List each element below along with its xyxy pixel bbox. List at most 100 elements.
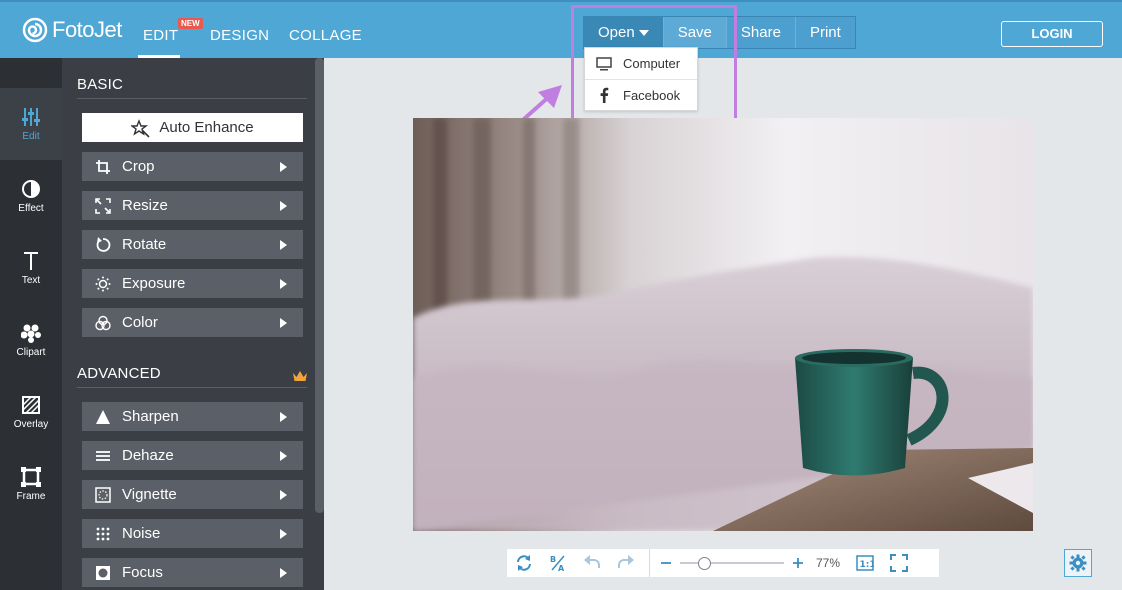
tool-label: Vignette: [122, 486, 177, 503]
tab-design[interactable]: DESIGN: [210, 27, 269, 44]
auto-enhance-button[interactable]: Auto Enhance: [82, 113, 303, 142]
triangle-right-icon: [280, 568, 287, 578]
tool-rotate[interactable]: Rotate: [82, 230, 303, 259]
login-button[interactable]: LOGIN: [1001, 21, 1103, 47]
photo-canvas[interactable]: [413, 118, 1033, 531]
triangle-icon: [94, 408, 112, 426]
tool-crop[interactable]: Crop: [82, 152, 303, 181]
haze-lines-icon: [94, 447, 112, 465]
rail-item-overlay[interactable]: Overlay: [0, 376, 62, 448]
svg-text:1:1: 1:1: [860, 560, 875, 570]
frame-icon: [20, 466, 42, 488]
fotojet-logo[interactable]: FotoJet: [22, 17, 122, 43]
save-button[interactable]: Save: [663, 17, 727, 48]
triangle-right-icon: [280, 412, 287, 422]
menu-item-computer[interactable]: Computer: [585, 48, 697, 79]
reset-button[interactable]: [507, 549, 541, 577]
facebook-icon: [593, 87, 615, 103]
menu-item-label: Facebook: [623, 87, 681, 103]
tool-vignette[interactable]: Vignette: [82, 480, 303, 509]
redo-icon: [618, 555, 634, 568]
panel-scrollbar[interactable]: [315, 58, 324, 513]
rail-label: Frame: [16, 491, 46, 502]
triangle-right-icon: [280, 201, 287, 211]
caret-down-icon: [638, 30, 649, 37]
plus-icon: [793, 558, 803, 568]
open-label: Open: [598, 24, 635, 41]
crop-icon: [94, 158, 112, 176]
rail-label: Overlay: [13, 419, 49, 430]
tool-color[interactable]: Color: [82, 308, 303, 337]
top-bar: FotoJet EDIT NEW DESIGN COLLAGE Open Sav…: [0, 0, 1122, 59]
tab-collage[interactable]: COLLAGE: [289, 27, 362, 44]
rail-item-effect[interactable]: Effect: [0, 160, 62, 232]
zoom-out-button[interactable]: [656, 549, 676, 577]
focus-icon: [94, 564, 112, 582]
redo-button[interactable]: [609, 549, 643, 577]
crown-icon: [293, 371, 307, 381]
tool-label: Color: [122, 314, 158, 331]
rail-label: Text: [21, 275, 41, 286]
section-divider: [77, 387, 307, 388]
fullscreen-button[interactable]: [882, 549, 916, 577]
rail-label: Edit: [22, 131, 40, 142]
menu-item-facebook[interactable]: Facebook: [585, 79, 697, 110]
triangle-right-icon: [280, 240, 287, 250]
rotate-icon: [94, 236, 112, 254]
tool-noise[interactable]: Noise: [82, 519, 303, 548]
undo-icon: [584, 555, 600, 568]
tool-label: Focus: [122, 564, 163, 581]
before-after-icon: BA: [550, 555, 565, 572]
tool-label: Dehaze: [122, 447, 174, 464]
overlay-icon: [20, 394, 42, 416]
rail-item-frame[interactable]: Frame: [0, 448, 62, 520]
section-title-basic: BASIC: [77, 76, 124, 93]
canvas-toolbar: BA 77% 1:1: [507, 549, 939, 577]
print-button[interactable]: Print: [795, 17, 855, 48]
minus-icon: [661, 562, 671, 564]
share-button[interactable]: Share: [726, 17, 796, 48]
noise-dots-icon: [94, 525, 112, 543]
tool-label: Sharpen: [122, 408, 179, 425]
gear-icon: [1069, 554, 1087, 572]
text-icon: [20, 250, 42, 272]
tool-focus[interactable]: Focus: [82, 558, 303, 587]
actual-size-button[interactable]: 1:1: [848, 549, 882, 577]
settings-button[interactable]: [1064, 549, 1092, 577]
color-circles-icon: [94, 314, 112, 332]
magic-wand-icon: [131, 118, 150, 138]
section-divider: [77, 98, 307, 99]
tool-dehaze[interactable]: Dehaze: [82, 441, 303, 470]
open-button[interactable]: Open: [584, 17, 664, 48]
tool-exposure[interactable]: Exposure: [82, 269, 303, 298]
compare-button[interactable]: BA: [541, 549, 575, 577]
new-badge: NEW: [178, 18, 203, 29]
zoom-slider-handle[interactable]: [698, 557, 711, 570]
computer-icon: [593, 56, 615, 71]
tool-label: Crop: [122, 158, 155, 175]
section-title-advanced: ADVANCED: [77, 365, 161, 382]
tool-resize[interactable]: Resize: [82, 191, 303, 220]
tool-label: Noise: [122, 525, 161, 542]
rail-item-edit[interactable]: Edit: [0, 88, 62, 160]
undo-button[interactable]: [575, 549, 609, 577]
coffee-mug-photo: [413, 118, 1033, 531]
clipart-icon: [20, 322, 42, 344]
rail-label: Effect: [18, 203, 44, 214]
tool-sharpen[interactable]: Sharpen: [82, 402, 303, 431]
triangle-right-icon: [280, 529, 287, 539]
rail-item-clipart[interactable]: Clipart: [0, 304, 62, 376]
tab-edit[interactable]: EDIT: [143, 27, 178, 44]
fullscreen-icon: [890, 554, 908, 572]
tool-label: Rotate: [122, 236, 167, 253]
tool-label: Resize: [122, 197, 168, 214]
zoom-in-button[interactable]: [788, 549, 808, 577]
resize-icon: [94, 197, 112, 215]
auto-enhance-label: Auto Enhance: [159, 119, 254, 136]
zoom-percentage: 77%: [815, 556, 841, 570]
zoom-slider[interactable]: [680, 549, 784, 577]
one-to-one-icon: 1:1: [856, 555, 874, 571]
rail-item-text[interactable]: Text: [0, 232, 62, 304]
half-circle-icon: [20, 178, 42, 200]
svg-text:A: A: [558, 564, 565, 572]
